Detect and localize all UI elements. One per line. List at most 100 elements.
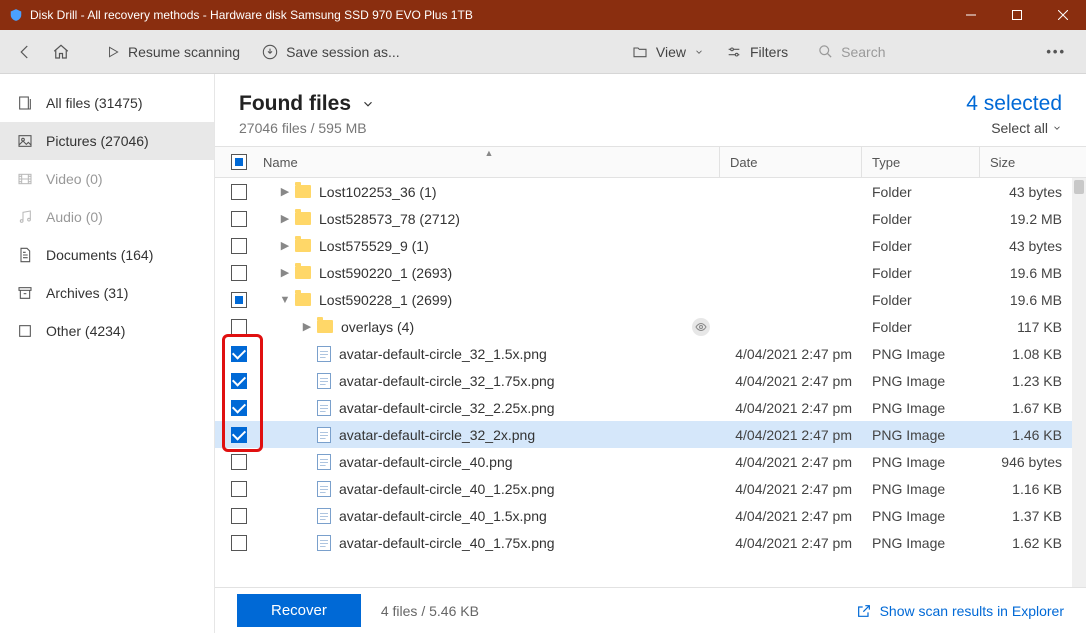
row-date: 4/04/2021 2:47 pm bbox=[720, 340, 862, 367]
back-button[interactable] bbox=[10, 39, 40, 65]
table-row[interactable]: ▶overlays (4)Folder117 KB bbox=[215, 313, 1086, 340]
row-type: PNG Image bbox=[862, 394, 980, 421]
sidebar-item-label: Video (0) bbox=[46, 171, 103, 187]
search-box[interactable] bbox=[810, 40, 1030, 64]
found-files-heading[interactable]: Found files bbox=[239, 92, 375, 116]
sidebar-item-archives[interactable]: Archives (31) bbox=[0, 274, 214, 312]
table-row[interactable]: avatar-default-circle_40_1.75x.png4/04/2… bbox=[215, 529, 1086, 556]
more-button[interactable]: ••• bbox=[1036, 40, 1076, 63]
row-type: PNG Image bbox=[862, 475, 980, 502]
file-icon bbox=[317, 454, 331, 470]
view-label: View bbox=[656, 44, 686, 60]
search-input[interactable] bbox=[841, 44, 1022, 60]
save-session-label: Save session as... bbox=[286, 44, 400, 60]
table-row[interactable]: ▼Lost590228_1 (2699)Folder19.6 MB bbox=[215, 286, 1086, 313]
column-type[interactable]: Type bbox=[862, 147, 980, 177]
row-checkbox[interactable] bbox=[215, 184, 259, 200]
column-name[interactable]: ▲Name bbox=[259, 147, 720, 177]
row-name: avatar-default-circle_40.png bbox=[339, 454, 720, 470]
chevron-down-icon[interactable]: ▼ bbox=[279, 294, 291, 306]
table-row[interactable]: avatar-default-circle_40.png4/04/2021 2:… bbox=[215, 448, 1086, 475]
archive-icon bbox=[16, 284, 34, 302]
file-icon bbox=[317, 508, 331, 524]
row-date bbox=[720, 286, 862, 313]
row-size: 19.6 MB bbox=[980, 259, 1072, 286]
row-type: PNG Image bbox=[862, 529, 980, 556]
resume-scanning-button[interactable]: Resume scanning bbox=[98, 40, 248, 64]
row-checkbox[interactable] bbox=[215, 508, 259, 524]
sidebar-item-label: Documents (164) bbox=[46, 247, 153, 263]
filters-button[interactable]: Filters bbox=[718, 40, 796, 64]
row-checkbox[interactable] bbox=[215, 427, 259, 443]
square-icon bbox=[16, 322, 34, 340]
play-icon bbox=[106, 45, 120, 59]
home-button[interactable] bbox=[46, 39, 76, 65]
column-date[interactable]: Date bbox=[720, 147, 862, 177]
row-checkbox[interactable] bbox=[215, 535, 259, 551]
chevron-down-icon bbox=[694, 47, 704, 57]
sidebar-item-documents[interactable]: Documents (164) bbox=[0, 236, 214, 274]
chevron-right-icon[interactable]: ▶ bbox=[279, 266, 291, 279]
chevron-right-icon[interactable]: ▶ bbox=[279, 239, 291, 252]
preview-eye-icon[interactable] bbox=[692, 318, 710, 336]
maximize-button[interactable] bbox=[994, 0, 1040, 30]
row-size: 43 bytes bbox=[980, 178, 1072, 205]
sidebar-item-label: Audio (0) bbox=[46, 209, 103, 225]
row-type: Folder bbox=[862, 178, 980, 205]
sliders-icon bbox=[726, 44, 742, 60]
row-date bbox=[720, 232, 862, 259]
scrollbar-track[interactable] bbox=[1072, 178, 1086, 587]
table-row[interactable]: avatar-default-circle_32_1.75x.png4/04/2… bbox=[215, 367, 1086, 394]
row-date bbox=[720, 178, 862, 205]
table-row[interactable]: ▶Lost528573_78 (2712)Folder19.2 MB bbox=[215, 205, 1086, 232]
sidebar-item-all-files[interactable]: All files (31475) bbox=[0, 84, 214, 122]
search-icon bbox=[818, 44, 833, 59]
row-checkbox[interactable] bbox=[215, 292, 259, 308]
chevron-right-icon[interactable]: ▶ bbox=[279, 185, 291, 198]
table-row[interactable]: ▶Lost590220_1 (2693)Folder19.6 MB bbox=[215, 259, 1086, 286]
column-size[interactable]: Size bbox=[980, 147, 1072, 177]
header-check[interactable] bbox=[215, 154, 259, 170]
row-checkbox[interactable] bbox=[215, 373, 259, 389]
minimize-button[interactable] bbox=[948, 0, 994, 30]
row-name: Lost590228_1 (2699) bbox=[319, 292, 720, 308]
select-all-button[interactable]: Select all bbox=[991, 120, 1062, 136]
row-checkbox[interactable] bbox=[215, 238, 259, 254]
recover-button[interactable]: Recover bbox=[237, 594, 361, 627]
row-checkbox[interactable] bbox=[215, 481, 259, 497]
footer: Recover 4 files / 5.46 KB Show scan resu… bbox=[215, 587, 1086, 633]
table-row[interactable]: avatar-default-circle_32_2x.png4/04/2021… bbox=[215, 421, 1086, 448]
select-all-label: Select all bbox=[991, 120, 1048, 136]
save-session-button[interactable]: Save session as... bbox=[254, 40, 408, 64]
row-size: 946 bytes bbox=[980, 448, 1072, 475]
table-row[interactable]: ▶Lost575529_9 (1)Folder43 bytes bbox=[215, 232, 1086, 259]
table-row[interactable]: avatar-default-circle_32_2.25x.png4/04/2… bbox=[215, 394, 1086, 421]
table-row[interactable]: ▶Lost102253_36 (1)Folder43 bytes bbox=[215, 178, 1086, 205]
row-date: 4/04/2021 2:47 pm bbox=[720, 448, 862, 475]
chevron-right-icon[interactable]: ▶ bbox=[301, 320, 313, 333]
file-list: ▶Lost102253_36 (1)Folder43 bytes▶Lost528… bbox=[215, 178, 1086, 587]
close-button[interactable] bbox=[1040, 0, 1086, 30]
row-type: Folder bbox=[862, 205, 980, 232]
row-date: 4/04/2021 2:47 pm bbox=[720, 529, 862, 556]
sidebar-item-audio[interactable]: Audio (0) bbox=[0, 198, 214, 236]
row-checkbox[interactable] bbox=[215, 454, 259, 470]
row-checkbox[interactable] bbox=[215, 265, 259, 281]
table-row[interactable]: avatar-default-circle_40_1.25x.png4/04/2… bbox=[215, 475, 1086, 502]
row-size: 1.46 KB bbox=[980, 421, 1072, 448]
row-checkbox[interactable] bbox=[215, 400, 259, 416]
table-row[interactable]: avatar-default-circle_40_1.5x.png4/04/20… bbox=[215, 502, 1086, 529]
sidebar-item-other[interactable]: Other (4234) bbox=[0, 312, 214, 350]
scroll-thumb[interactable] bbox=[1074, 180, 1084, 194]
view-dropdown[interactable]: View bbox=[624, 40, 712, 64]
row-name: avatar-default-circle_32_2x.png bbox=[339, 427, 720, 443]
table-row[interactable]: avatar-default-circle_32_1.5x.png4/04/20… bbox=[215, 340, 1086, 367]
sidebar-item-pictures[interactable]: Pictures (27046) bbox=[0, 122, 214, 160]
sidebar-item-video[interactable]: Video (0) bbox=[0, 160, 214, 198]
show-in-explorer-link[interactable]: Show scan results in Explorer bbox=[856, 603, 1064, 619]
sidebar: All files (31475) Pictures (27046) Video… bbox=[0, 74, 215, 633]
chevron-right-icon[interactable]: ▶ bbox=[279, 212, 291, 225]
row-checkbox[interactable] bbox=[215, 211, 259, 227]
row-checkbox[interactable] bbox=[215, 346, 259, 362]
row-checkbox[interactable] bbox=[215, 319, 259, 335]
